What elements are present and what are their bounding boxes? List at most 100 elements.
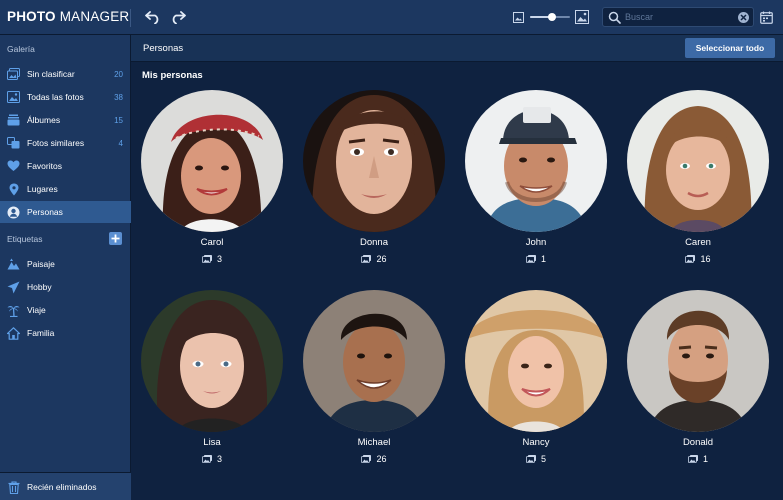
- person-card-lisa[interactable]: Lisa 3: [141, 290, 283, 480]
- person-name: Lisa: [203, 437, 221, 448]
- person-name: Nancy: [522, 437, 550, 448]
- person-name: John: [525, 237, 547, 248]
- person-name: Donald: [682, 437, 714, 448]
- zoom-slider-knob[interactable]: [548, 13, 556, 21]
- avatar[interactable]: [303, 290, 445, 432]
- home-icon: [7, 326, 20, 340]
- unsorted-icon: [7, 68, 20, 81]
- photos-icon: [201, 455, 212, 463]
- sidebar-item-paisaje[interactable]: Paisaje: [0, 253, 131, 275]
- photo-count: 3: [141, 254, 283, 264]
- trash-icon: [7, 480, 20, 494]
- avatar[interactable]: [303, 90, 445, 232]
- photo-count: 26: [303, 454, 445, 464]
- logo-light-text: MANAGER: [59, 9, 130, 24]
- photo-count: 26: [303, 254, 445, 264]
- zoom-in-image-icon[interactable]: [575, 10, 589, 24]
- sidebar-item-recien-eliminados[interactable]: Recién eliminados: [0, 476, 131, 498]
- photos-icon: [525, 455, 536, 463]
- sidebar-item-fotos-similares[interactable]: Fotos similares 4: [0, 132, 131, 154]
- person-name: Michael: [357, 437, 391, 448]
- gallery-section-title: Galería: [7, 44, 35, 54]
- avatar[interactable]: [141, 290, 283, 432]
- photo-count-value: 5: [540, 454, 546, 464]
- avatar[interactable]: [465, 90, 607, 232]
- add-tag-button[interactable]: [109, 232, 122, 245]
- albums-icon: [7, 114, 20, 127]
- clear-search-icon[interactable]: [738, 12, 749, 23]
- sidebar-item-count: 15: [114, 115, 123, 125]
- sidebar-item-label: Personas: [27, 207, 63, 217]
- person-card-john[interactable]: John 1: [465, 90, 607, 280]
- sidebar-item-label: Viaje: [27, 305, 46, 315]
- logo-bold-text: PHOTO: [7, 9, 56, 24]
- photo-count: 1: [627, 454, 769, 464]
- sidebar-item-sin-clasificar[interactable]: Sin clasificar 20: [0, 63, 131, 85]
- photo-count-value: 26: [376, 454, 387, 464]
- sidebar-item-label: Fotos similares: [27, 138, 85, 148]
- location-pin-icon: [7, 183, 20, 196]
- zoom-slider[interactable]: [530, 13, 570, 21]
- avatar[interactable]: [141, 90, 283, 232]
- person-card-caren[interactable]: Caren 16: [627, 90, 769, 280]
- plus-icon: [111, 234, 120, 243]
- photo-count-value: 26: [376, 254, 387, 264]
- calendar-icon[interactable]: [759, 10, 773, 24]
- avatar[interactable]: [627, 90, 769, 232]
- toolbar-divider: [130, 9, 131, 27]
- photos-icon: [361, 255, 372, 263]
- main-header: Personas Seleccionar todo: [131, 35, 783, 62]
- person-card-michael[interactable]: Michael 26: [303, 290, 445, 480]
- photos-icon: [685, 255, 696, 263]
- sidebar-item-label: Hobby: [27, 282, 52, 292]
- top-toolbar: PHOTO MANAGER: [0, 0, 783, 35]
- sidebar-item-familia[interactable]: Familia: [0, 322, 131, 344]
- search-box: [602, 7, 754, 27]
- sidebar-item-label: Recién eliminados: [27, 482, 97, 492]
- photo-count-value: 16: [700, 254, 711, 264]
- landscape-icon: [7, 258, 20, 271]
- person-card-donna[interactable]: Donna 26: [303, 90, 445, 280]
- photos-icon: [361, 455, 372, 463]
- search-icon: [608, 11, 621, 24]
- sidebar-item-label: Todas las fotos: [27, 92, 84, 102]
- sidebar-item-viaje[interactable]: Viaje: [0, 299, 131, 321]
- sidebar-item-hobby[interactable]: Hobby: [0, 276, 131, 298]
- photo-count-value: 3: [216, 454, 222, 464]
- avatar[interactable]: [627, 290, 769, 432]
- sidebar: Galería Sin clasificar 20 Todas las foto…: [0, 35, 131, 500]
- section-title: Mis personas: [142, 70, 203, 81]
- sidebar-item-label: Paisaje: [27, 259, 55, 269]
- photos-icon: [687, 455, 698, 463]
- palm-tree-icon: [7, 304, 20, 317]
- sidebar-item-count: 4: [118, 138, 123, 148]
- sidebar-item-personas[interactable]: Personas: [0, 201, 131, 223]
- person-name: Carol: [200, 237, 224, 248]
- person-card-nancy[interactable]: Nancy 5: [465, 290, 607, 480]
- redo-icon[interactable]: [169, 9, 187, 25]
- person-card-donald[interactable]: Donald 1: [627, 290, 769, 480]
- sidebar-item-label: Lugares: [27, 184, 58, 194]
- avatar[interactable]: [465, 290, 607, 432]
- photo-count-value: 1: [540, 254, 546, 264]
- sidebar-item-todas-las-fotos[interactable]: Todas las fotos 38: [0, 86, 131, 108]
- app-logo: PHOTO MANAGER: [7, 9, 129, 24]
- search-input[interactable]: [625, 9, 735, 25]
- heart-icon: [7, 160, 20, 173]
- sidebar-item-label: Favoritos: [27, 161, 62, 171]
- sidebar-item-albumes[interactable]: Álbumes 15: [0, 109, 131, 131]
- select-all-button[interactable]: Seleccionar todo: [685, 38, 775, 58]
- trash-bar: Recién eliminados: [0, 472, 131, 500]
- sidebar-item-lugares[interactable]: Lugares: [0, 178, 131, 200]
- tags-section-title: Etiquetas: [7, 234, 43, 244]
- photo-count: 5: [465, 454, 607, 464]
- sidebar-item-favoritos[interactable]: Favoritos: [0, 155, 131, 177]
- photo-count: 1: [465, 254, 607, 264]
- person-name: Donna: [360, 237, 388, 248]
- photo-count-value: 3: [216, 254, 222, 264]
- undo-icon[interactable]: [144, 9, 162, 25]
- sidebar-item-count: 38: [114, 92, 123, 102]
- zoom-out-image-icon[interactable]: [513, 12, 524, 23]
- person-card-carol[interactable]: Carol 3: [141, 90, 283, 280]
- sidebar-item-label: Familia: [27, 328, 55, 338]
